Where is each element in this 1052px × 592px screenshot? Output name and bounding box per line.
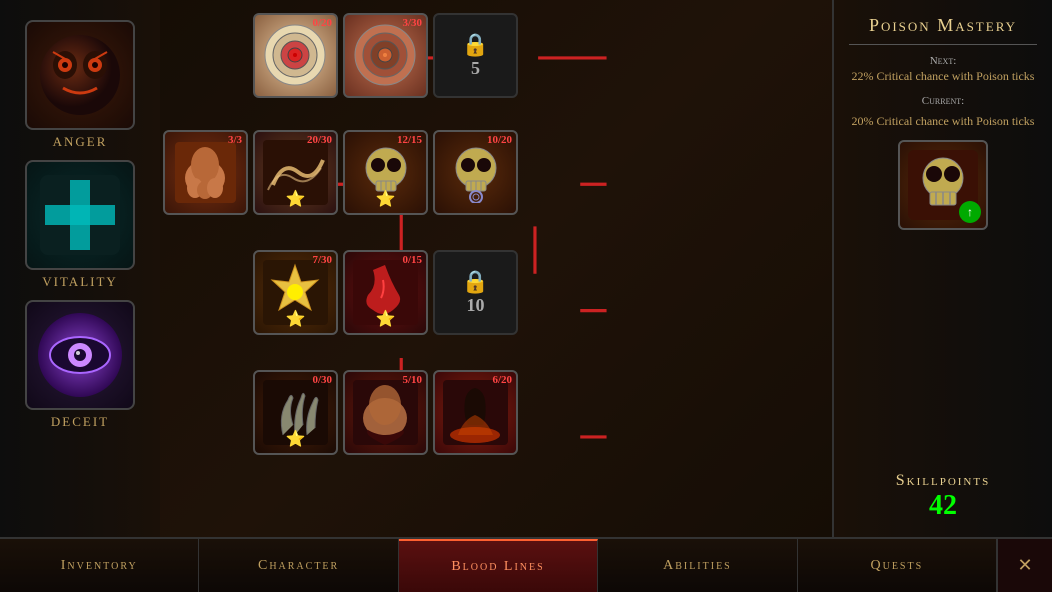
skill-node-locked2: 🔒 10 — [433, 250, 518, 335]
node-counter-explosion: 7/30 — [312, 254, 332, 266]
vitality-label: Vitality — [42, 274, 118, 290]
sidebar-item-vitality[interactable]: Vitality — [25, 160, 135, 290]
lock-number-1: 5 — [471, 58, 480, 79]
next-desc: 22% Critical chance with Poison ticks — [852, 67, 1035, 85]
node-counter-blood: 0/15 — [402, 254, 422, 266]
skill-node-skull2[interactable]: 10/20 — [433, 130, 518, 215]
skill-node-lava[interactable]: 6/20 — [433, 370, 518, 455]
skill-node-arm[interactable]: 3/3 — [163, 130, 248, 215]
skill-node-wind[interactable]: 20/30 ⭐ — [253, 130, 338, 215]
main-area: Anger Vitality — [0, 0, 1052, 537]
node-counter-target1: 0/20 — [312, 17, 332, 29]
star-claw: ⭐ — [286, 429, 306, 449]
skill-node-claw[interactable]: 0/30 ⭐ — [253, 370, 338, 455]
nav-character[interactable]: Character — [199, 539, 398, 592]
anger-icon — [25, 20, 135, 130]
nav-abilities[interactable]: Abilities — [598, 539, 797, 592]
vitality-icon — [25, 160, 135, 270]
skillpoints-section: Skillpoints 42 — [896, 472, 990, 522]
node-counter-dark-arm: 5/10 — [402, 374, 422, 386]
skill-node-target1[interactable]: 0/20 — [253, 13, 338, 98]
node-counter-target2: 3/30 — [402, 17, 422, 29]
current-desc: 20% Critical chance with Poison ticks — [852, 112, 1035, 130]
right-panel: Poison Mastery Next: 22% Critical chance… — [832, 0, 1052, 537]
star-explosion: ⭐ — [286, 309, 306, 329]
anger-label: Anger — [53, 134, 108, 150]
skill-tree: ✦ 0/20 3/30 — [160, 0, 832, 537]
current-label: Current: — [852, 95, 1035, 107]
star-skull1: ⭐ — [376, 189, 396, 209]
nav-quests[interactable]: Quests — [798, 539, 997, 592]
nav-blood-lines[interactable]: Blood Lines — [399, 539, 598, 592]
skill-node-locked1: 🔒 5 — [433, 13, 518, 98]
skill-node-explosion[interactable]: 7/30 ⭐ — [253, 250, 338, 335]
node-counter-lava: 6/20 — [492, 374, 512, 386]
skillpoints-label: Skillpoints — [896, 472, 990, 490]
nav-inventory[interactable]: Inventory — [0, 539, 199, 592]
upgrade-arrow[interactable]: ↑ — [959, 201, 981, 223]
sidebar-item-anger[interactable]: Anger — [25, 20, 135, 150]
bottom-nav: Inventory Character Blood Lines Abilitie… — [0, 537, 1052, 592]
lock-number-2: 10 — [467, 295, 485, 316]
node-counter-arm: 3/3 — [228, 134, 242, 146]
node-counter-skull1: 12/15 — [397, 134, 422, 146]
next-label: Next: — [852, 55, 1035, 67]
deceit-icon — [25, 300, 135, 410]
star-wind: ⭐ — [286, 189, 306, 209]
skill-node-skull1[interactable]: 12/15 ⭐ — [343, 130, 428, 215]
star-blood: ⭐ — [376, 309, 396, 329]
sidebar-item-deceit[interactable]: Deceit — [25, 300, 135, 430]
panel-skill-icon: ↑ — [898, 140, 988, 230]
node-counter-claw: 0/30 — [312, 374, 332, 386]
left-sidebar: Anger Vitality — [0, 0, 160, 537]
skill-node-dark-arm[interactable]: 5/10 — [343, 370, 428, 455]
skill-node-blood[interactable]: 0/15 ⭐ — [343, 250, 428, 335]
node-counter-wind: 20/30 — [307, 134, 332, 146]
skillpoints-value: 42 — [896, 490, 990, 522]
nav-close-button[interactable]: ✕ — [997, 539, 1052, 592]
skill-node-target2[interactable]: 3/30 — [343, 13, 428, 98]
panel-title: Poison Mastery — [849, 15, 1037, 45]
deceit-label: Deceit — [51, 414, 109, 430]
node-counter-skull2: 10/20 — [487, 134, 512, 146]
